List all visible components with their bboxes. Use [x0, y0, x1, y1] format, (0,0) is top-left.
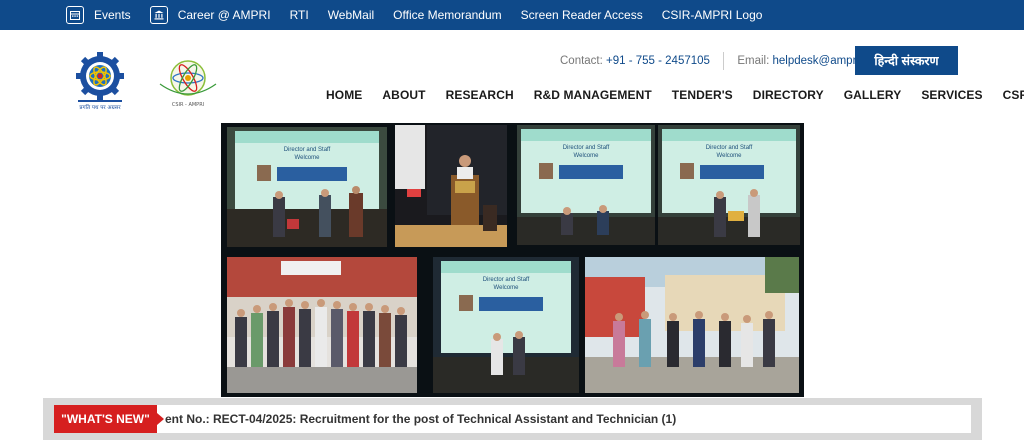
events-link[interactable]: Events	[66, 6, 131, 24]
slide-heading-3: Director and Staff	[706, 145, 753, 151]
slide-heading-4: Director and Staff	[483, 277, 530, 283]
contact-divider	[723, 52, 725, 70]
contact-info: Contact: +91 - 755 - 2457105 Email: help…	[560, 52, 890, 70]
nav-item-rd-management[interactable]: R&D MANAGEMENT	[534, 88, 652, 102]
office-memorandum-link[interactable]: Office Memorandum	[393, 8, 502, 22]
nav-item-about[interactable]: ABOUT	[382, 88, 425, 102]
banner-photo-welcome-2: Director and Staff Welcome	[517, 125, 655, 245]
slide-welcome-4: Welcome	[494, 285, 520, 291]
nav-item-tenders[interactable]: TENDER'S	[672, 88, 733, 102]
banner-photo-group-1	[227, 257, 417, 393]
ticker-text-link[interactable]: ent No.: RECT-04/2025: Recruitment for t…	[165, 412, 676, 426]
webmail-link[interactable]: WebMail	[328, 8, 374, 22]
institution-icon	[149, 6, 168, 24]
logo1-caption: प्रगति पथ पर अग्रसर	[79, 104, 121, 111]
banner-photo-welcome-4: Director and Staff Welcome	[433, 257, 579, 393]
ticker-inner: "WHAT'S NEW" ent No.: RECT-04/2025: Recr…	[54, 405, 971, 433]
rti-link[interactable]: RTI	[290, 8, 309, 22]
logo2-caption: CSIR - AMPRI	[172, 102, 204, 108]
site-header: प्रगति पथ पर अग्रसर CSIR - AMPRI Contact…	[0, 30, 1024, 118]
calendar-icon	[66, 6, 84, 24]
banner-photo-podium	[395, 125, 507, 247]
nav-item-directory[interactable]: DIRECTORY	[753, 88, 824, 102]
hindi-version-button[interactable]: हिन्दी संस्करण	[855, 46, 958, 75]
banner-photo-group-2	[585, 257, 799, 393]
banner-photo-welcome-3: Director and Staff Welcome	[658, 125, 800, 245]
csir-logo[interactable]: प्रगति पथ पर अग्रसर	[66, 52, 134, 112]
slide-welcome-1: Welcome	[295, 155, 321, 161]
hero-banner-slide[interactable]: Director and Staff Welcome Director and …	[221, 123, 804, 397]
top-utility-bar: Events Career @ AMPRI RTI WebMail Office…	[0, 0, 1024, 30]
nav-item-gallery[interactable]: GALLERY	[844, 88, 902, 102]
contact-phone[interactable]: +91 - 755 - 2457105	[606, 55, 710, 67]
events-label: Events	[94, 8, 131, 22]
whats-new-ticker: "WHAT'S NEW" ent No.: RECT-04/2025: Recr…	[43, 398, 982, 440]
slide-welcome-2: Welcome	[574, 153, 600, 159]
csir-logo-link[interactable]: CSIR-AMPRI Logo	[662, 8, 763, 22]
slide-welcome-3: Welcome	[717, 153, 743, 159]
ampri-logo[interactable]: CSIR - AMPRI	[152, 54, 224, 110]
nav-item-services[interactable]: SERVICES	[921, 88, 982, 102]
nav-item-research[interactable]: RESEARCH	[446, 88, 514, 102]
screen-reader-link[interactable]: Screen Reader Access	[521, 8, 643, 22]
career-link[interactable]: Career @ AMPRI	[149, 6, 271, 24]
banner-photo-welcome-1: Director and Staff Welcome	[227, 127, 387, 247]
contact-label: Contact:	[560, 55, 603, 68]
career-label: Career @ AMPRI	[177, 8, 271, 22]
email-label: Email:	[737, 55, 770, 68]
nav-item-home[interactable]: HOME	[326, 88, 362, 102]
whats-new-badge: "WHAT'S NEW"	[54, 405, 164, 433]
main-nav: HOME ABOUT RESEARCH R&D MANAGEMENT TENDE…	[326, 88, 1024, 102]
slide-heading-1: Director and Staff	[284, 147, 331, 153]
nav-item-csr[interactable]: CSR	[1003, 88, 1024, 102]
slide-heading-2: Director and Staff	[563, 145, 610, 151]
